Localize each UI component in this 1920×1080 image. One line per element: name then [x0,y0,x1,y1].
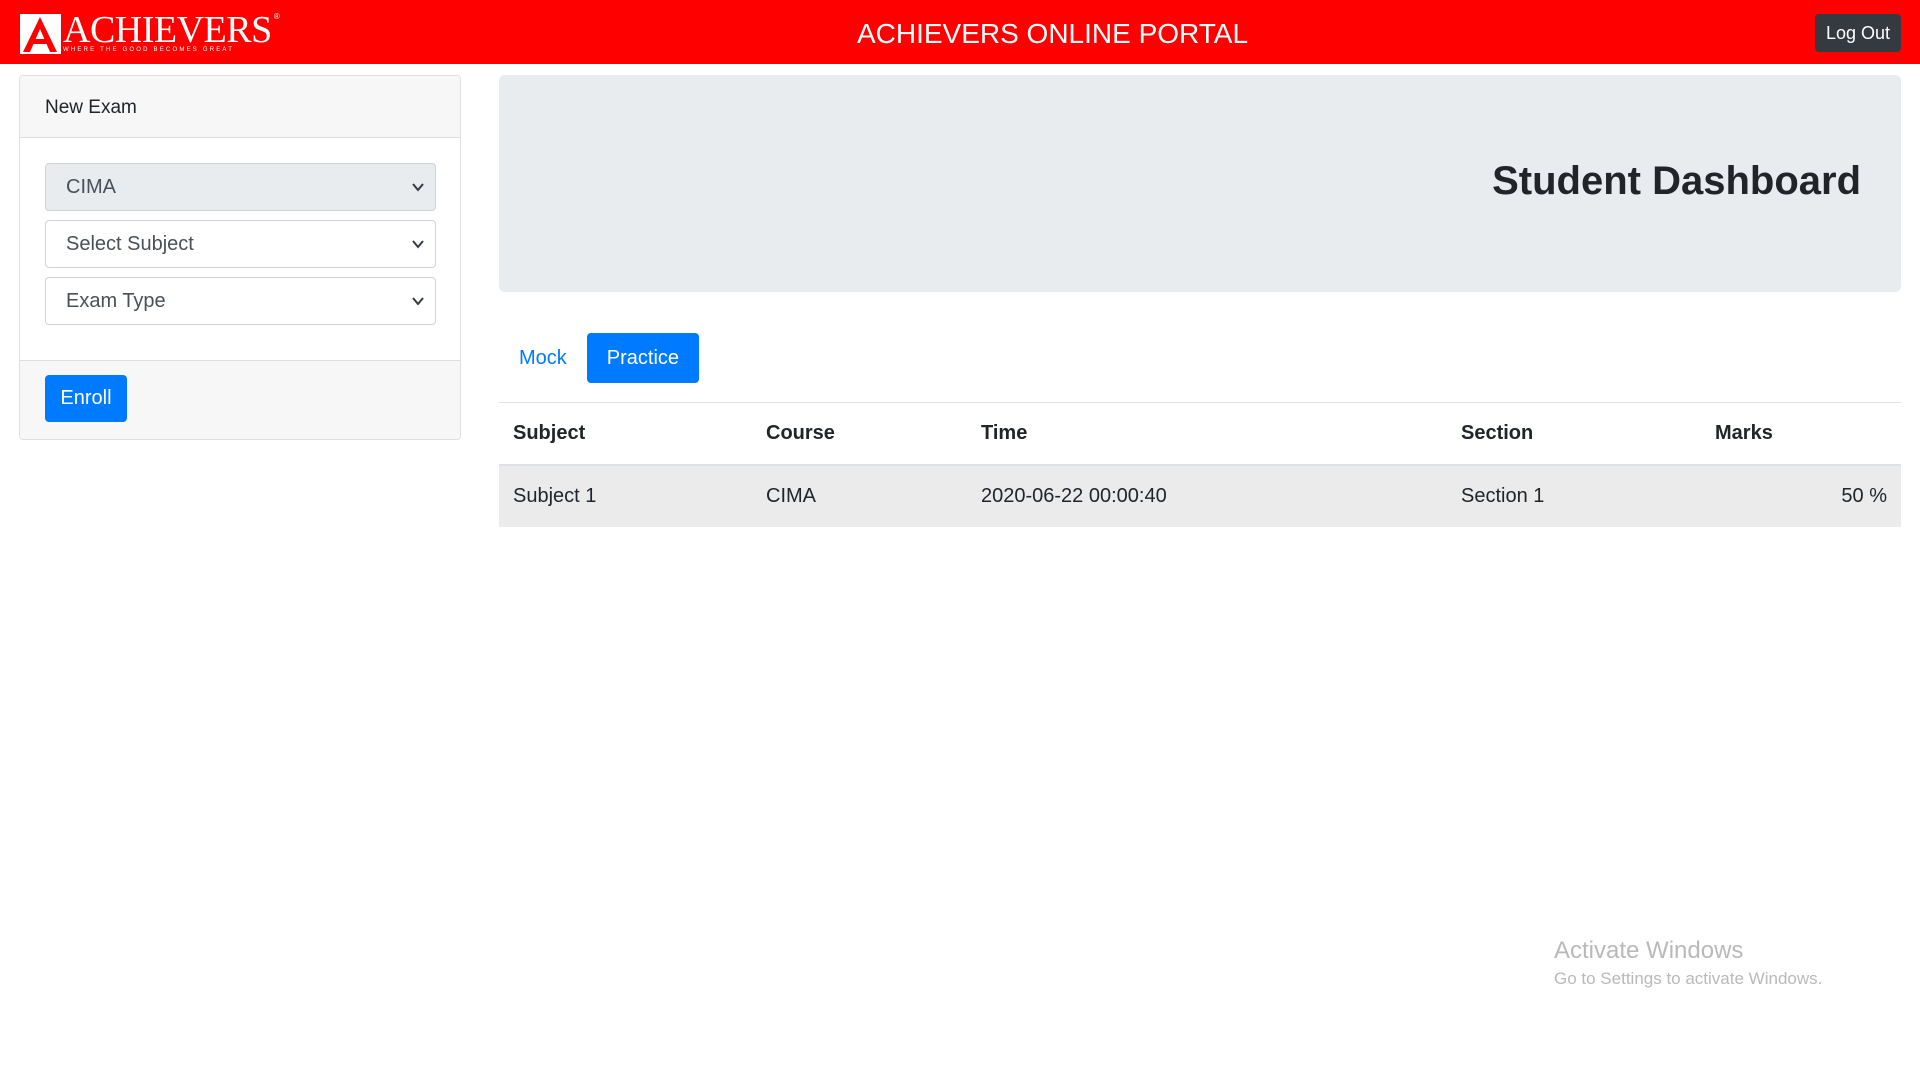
column-header-course: Course [766,421,835,444]
chevron-down-icon [412,240,424,249]
new-exam-card: New Exam CIMA Select Subject Exam Type E… [19,75,461,440]
portal-title: ACHIEVERS ONLINE PORTAL [856,18,1249,49]
cell-subject: Subject 1 [513,484,597,507]
tab-practice[interactable]: Practice [586,333,700,383]
watermark-title: Activate Windows [1554,937,1744,964]
new-exam-card-title: New Exam [20,76,460,138]
table-header-row: Subject Course Time Section Marks [499,402,1901,465]
results-table-body: Subject 1 CIMA 2020-06-22 00:00:40 Secti… [499,464,1901,527]
logout-button[interactable]: Log Out [1815,14,1901,52]
results-table-header: Subject Course Time Section Marks [499,402,1901,465]
dashboard-banner: Student Dashboard [499,75,1901,292]
new-exam-card-footer: Enroll [20,360,460,439]
results-table: Subject Course Time Section Marks Subjec… [499,402,1901,527]
cell-section: Section 1 [1461,484,1545,507]
tab-mock[interactable]: Mock [499,333,587,383]
table-row[interactable]: Subject 1 CIMA 2020-06-22 00:00:40 Secti… [499,464,1901,527]
page-title: Student Dashboard [1492,159,1861,203]
course-select[interactable]: CIMA [45,163,436,211]
new-exam-form: CIMA Select Subject Exam Type [20,138,460,360]
windows-activation-watermark: Activate Windows Go to Settings to activ… [1554,936,1822,990]
column-header-marks: Marks [1715,421,1773,444]
subject-select[interactable]: Select Subject [45,220,436,268]
exam-type-select-value: Exam Type [66,290,166,312]
exam-mode-tabs: Mock Practice [499,333,700,383]
enroll-button[interactable]: Enroll [45,375,127,422]
course-select-value: CIMA [66,176,116,198]
watermark-subtitle: Go to Settings to activate Windows. [1554,969,1823,988]
chevron-down-icon [412,297,424,306]
exam-type-select[interactable]: Exam Type [45,277,436,325]
chevron-down-icon [412,183,424,192]
column-header-time: Time [981,421,1028,444]
cell-marks: 50 % [1841,484,1887,507]
subject-select-value: Select Subject [66,233,194,255]
column-header-subject: Subject [513,421,586,444]
cell-course: CIMA [766,484,816,507]
top-navbar: ACHIEVERS WHERE THE GOOD BECOMES GREAT ®… [0,0,1920,64]
cell-time: 2020-06-22 00:00:40 [981,484,1167,507]
column-header-section: Section [1461,421,1534,444]
